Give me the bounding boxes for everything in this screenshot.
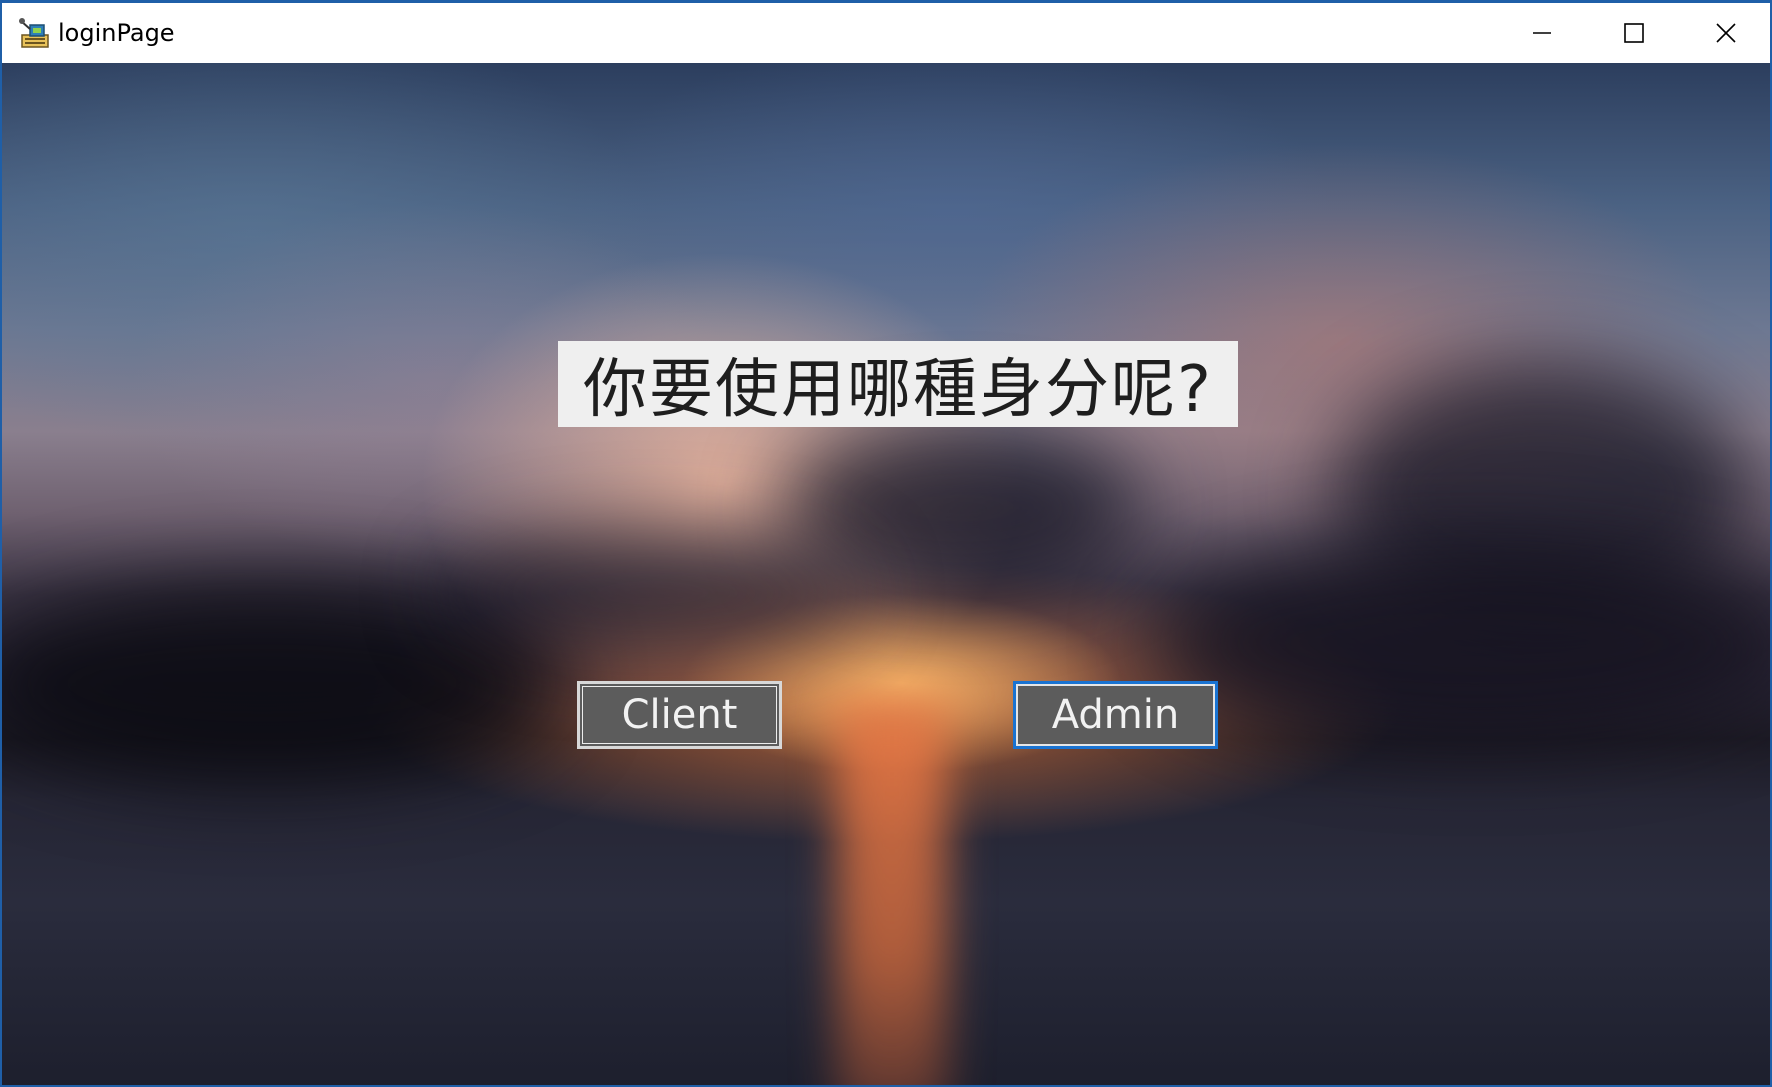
close-button[interactable]	[1680, 3, 1770, 63]
app-icon	[18, 17, 52, 51]
background-image: 你要使用哪種身分呢? Client Admin	[2, 63, 1770, 1085]
minimize-button[interactable]	[1496, 3, 1588, 63]
title-bar[interactable]: loginPage	[2, 3, 1770, 63]
background-cloud	[1152, 543, 1770, 743]
client-button[interactable]: Client	[577, 681, 782, 749]
minimize-icon	[1533, 32, 1551, 34]
admin-button[interactable]: Admin	[1013, 681, 1218, 749]
close-icon	[1716, 23, 1736, 43]
login-window: loginPage 你要使用哪種身分呢? Client Admin	[0, 0, 1772, 1087]
maximize-icon	[1624, 23, 1644, 43]
window-title: loginPage	[58, 19, 175, 47]
role-question: 你要使用哪種身分呢?	[583, 353, 1213, 427]
background-cloud	[442, 533, 862, 653]
maximize-button[interactable]	[1588, 3, 1680, 63]
sunset-reflection	[837, 703, 947, 1085]
question-panel: 你要使用哪種身分呢?	[558, 341, 1238, 427]
